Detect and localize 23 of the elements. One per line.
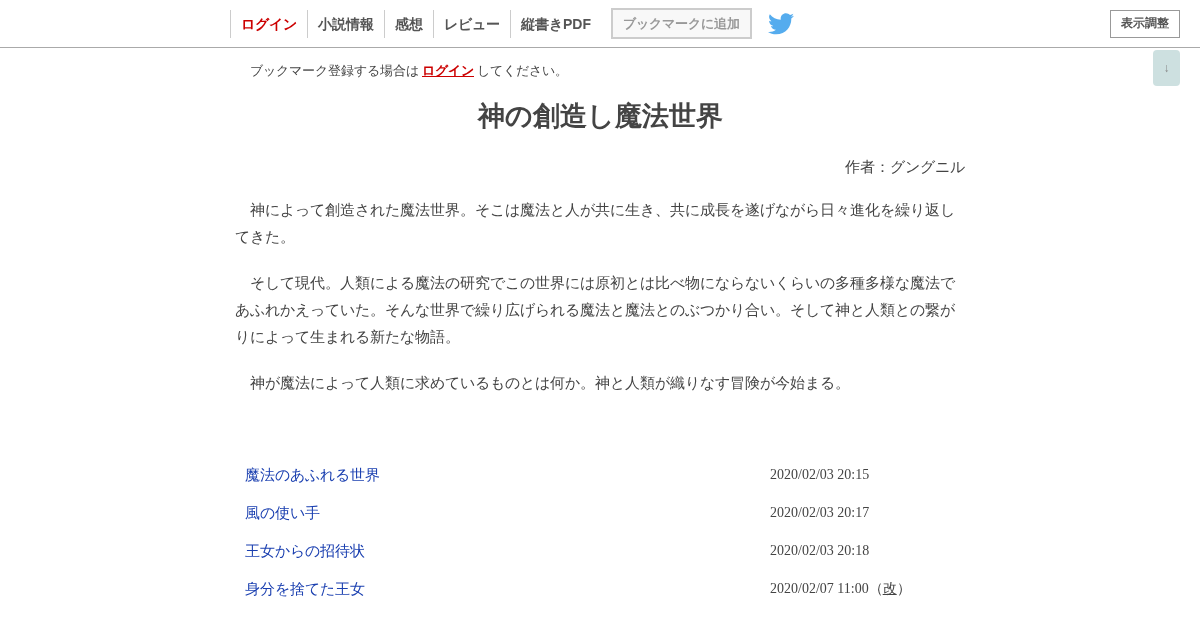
display-settings-button[interactable]: 表示調整 — [1110, 9, 1180, 38]
synopsis-paragraph: 神が魔法によって人類に求めているものとは何か。神と人類が織りなす冒険が今始まる。 — [249, 373, 851, 393]
chapter-date: 2020/02/03 20:15 — [770, 467, 870, 483]
nav-link[interactable]: 感想 — [384, 9, 433, 38]
chapter-link[interactable]: 風の使い手 — [245, 503, 770, 523]
chapter-link[interactable]: 王女からの招待状 — [245, 541, 770, 561]
revision-link[interactable]: 改 — [882, 581, 897, 596]
chapter-date: 2020/02/03 20:17 — [770, 505, 870, 521]
chapter-link[interactable]: 身分を捨てた王女 — [245, 579, 770, 599]
author-name: 作者：グングニル — [844, 158, 965, 177]
chapter-date: 2020/02/07 11:00（改） — [770, 580, 911, 598]
login-notice: ブックマーク登録する場合は ログイン してください。 — [250, 62, 569, 80]
nav-link[interactable]: 小説情報 — [307, 9, 384, 38]
login-link[interactable]: ログイン — [422, 63, 474, 78]
synopsis-paragraph: そして現代。人類による魔法の研究でこの世界には原初とは比べ物にならないくらいの多種多様な魔法であふれかえっていた。そんな世界で繰り広げられる魔法と魔法とのぶつかり合い。そして神と人類との繋がりによって生まれる新たな物語。 — [235, 273, 956, 347]
bird-icon[interactable] — [768, 12, 794, 35]
nav-link[interactable]: レビュー — [433, 9, 510, 38]
novel-title: 神の創造し魔法世界 — [476, 100, 724, 133]
chapter-link[interactable]: 魔法のあふれる世界 — [245, 465, 770, 485]
nav-link[interactable]: ログイン — [230, 9, 307, 38]
nav-link[interactable]: 縦書きPDF — [510, 9, 601, 38]
synopsis-paragraph: 神によって創造された魔法世界。そこは魔法と人が共に生き、共に成長を遂げながら日々進化を繰り返してきた。 — [235, 200, 956, 247]
chapter-date: 2020/02/03 20:18 — [770, 543, 870, 559]
